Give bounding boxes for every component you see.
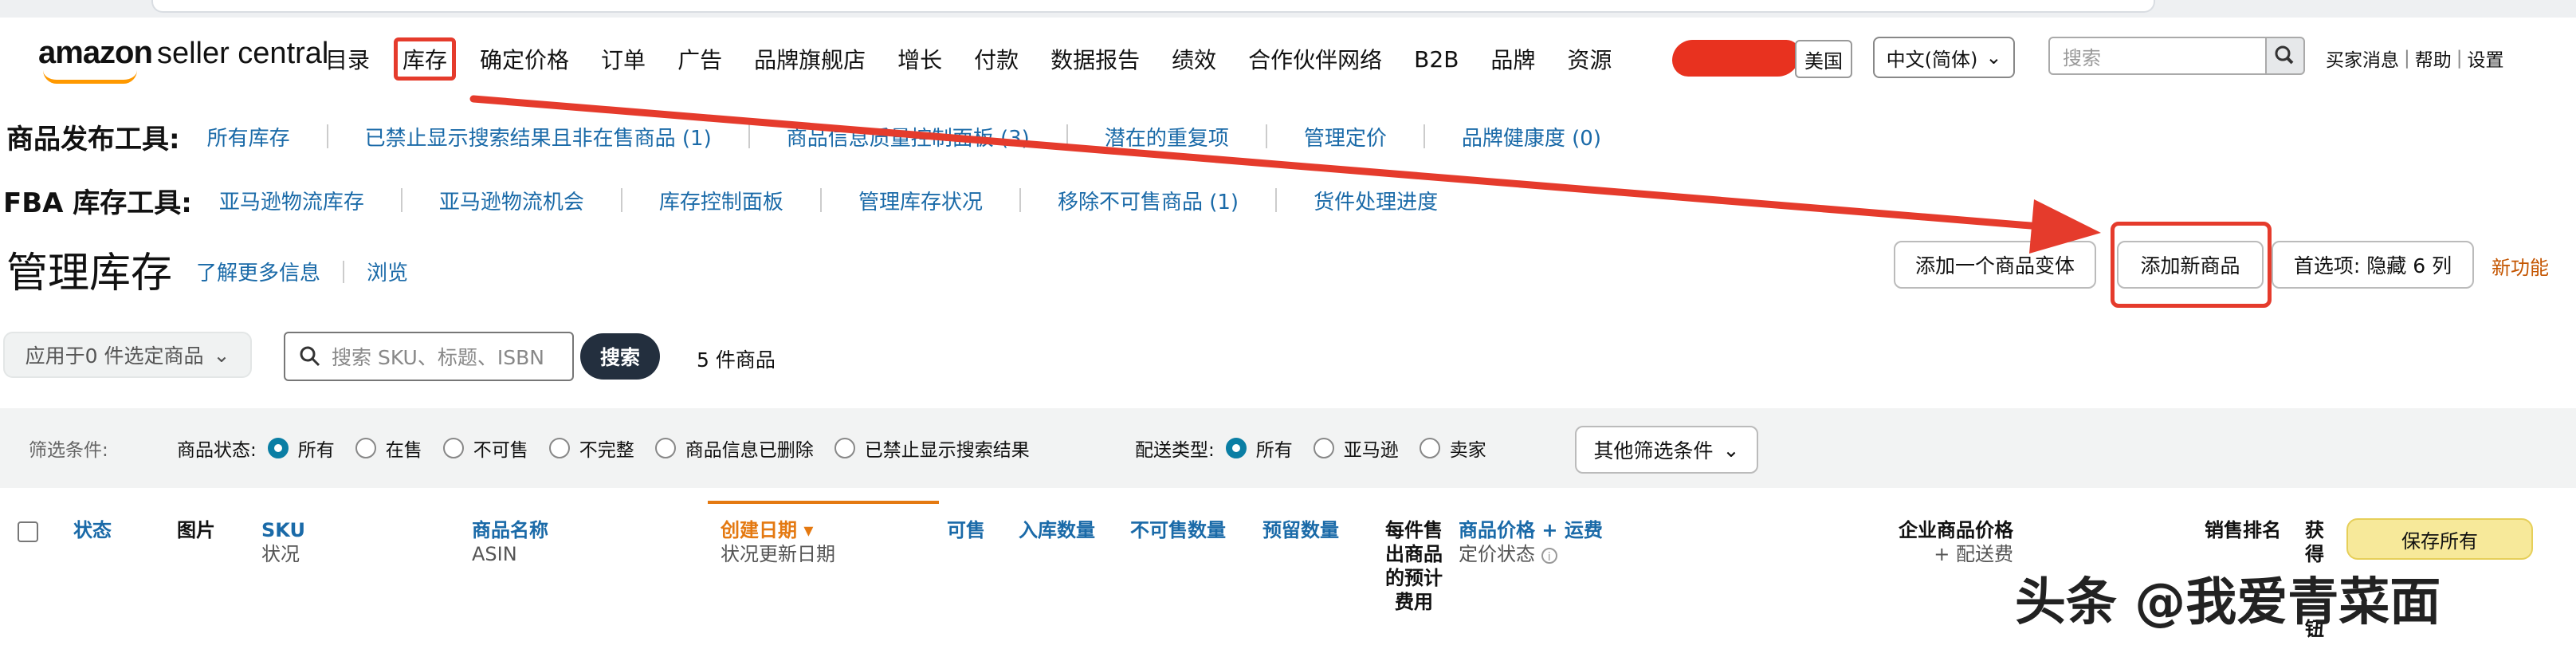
annotation-arrow	[469, 95, 2101, 254]
arrowhead-icon	[2029, 199, 2101, 254]
watermark: 头条 @我爱青菜面	[2015, 573, 2441, 632]
arrow-shaft	[469, 95, 2044, 230]
